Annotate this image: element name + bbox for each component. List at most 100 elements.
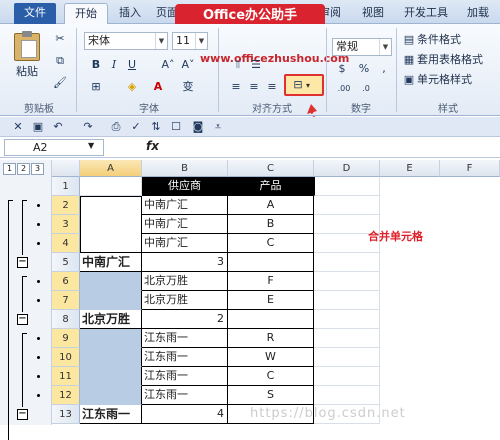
sort-icon[interactable]: ⇅ — [148, 120, 164, 134]
column-header-e[interactable]: E — [380, 160, 440, 177]
product-cell[interactable]: R — [228, 329, 314, 348]
align-middle-icon[interactable]: ☰ — [248, 58, 264, 72]
customize-toolbar-icon[interactable]: ⩡ — [210, 120, 226, 134]
merged-cell[interactable] — [80, 367, 142, 386]
tab-insert[interactable]: 插入 — [112, 3, 148, 24]
tab-home[interactable]: 开始 — [64, 3, 108, 24]
tab-file[interactable]: 文件 — [14, 3, 56, 24]
group-total-label[interactable]: 北京万胜 — [80, 310, 142, 329]
merged-cell[interactable] — [80, 291, 142, 310]
supplier-cell[interactable]: 北京万胜 — [142, 291, 228, 310]
row-header[interactable]: 4 — [52, 234, 80, 253]
row-header[interactable]: 7 — [52, 291, 80, 310]
product-cell[interactable] — [228, 253, 314, 272]
table-cell[interactable] — [314, 177, 380, 196]
accounting-format-icon[interactable]: $ — [334, 62, 350, 76]
group-total-label[interactable]: 江东雨一 — [80, 405, 142, 424]
font-size-combo[interactable]: 11 ▼ — [172, 32, 208, 50]
column-header-c[interactable]: C — [228, 160, 314, 177]
increase-decimal-icon[interactable]: .00 — [336, 82, 352, 96]
underline-icon[interactable]: U — [124, 58, 140, 72]
tab-addins[interactable]: 加载 — [458, 3, 498, 24]
header-product[interactable]: 产品 — [228, 177, 314, 196]
supplier-cell[interactable]: 中南广汇 — [142, 215, 228, 234]
merged-cell[interactable] — [80, 196, 142, 215]
align-right-icon[interactable]: ≡ — [264, 80, 280, 94]
table-cell[interactable] — [314, 272, 380, 291]
column-header-f[interactable]: F — [440, 160, 500, 177]
table-cell[interactable] — [314, 329, 380, 348]
table-cell[interactable] — [314, 367, 380, 386]
align-center-icon[interactable]: ≡ — [246, 80, 262, 94]
table-cell[interactable] — [314, 253, 380, 272]
header-supplier[interactable]: 供应商 — [142, 177, 228, 196]
group-total-label[interactable]: 中南广汇 — [80, 253, 142, 272]
format-as-table-button[interactable]: ▦ 套用表格格式 — [400, 50, 496, 68]
row-header[interactable]: 1 — [52, 177, 80, 196]
chevron-down-icon[interactable]: ▼ — [155, 33, 167, 49]
redo-icon[interactable]: ↷ — [80, 120, 96, 134]
chevron-down-icon[interactable]: ▼ — [379, 39, 391, 55]
merged-cell[interactable] — [80, 272, 142, 291]
row-header[interactable]: 3 — [52, 215, 80, 234]
supplier-cell[interactable]: 江东雨一 — [142, 329, 228, 348]
supplier-cell[interactable]: 江东雨一 — [142, 348, 228, 367]
column-header-a[interactable]: A — [80, 160, 142, 177]
product-cell[interactable]: E — [228, 291, 314, 310]
supplier-cell[interactable]: 中南广汇 — [142, 234, 228, 253]
decrease-decimal-icon[interactable]: .0 — [358, 82, 374, 96]
increase-font-icon[interactable]: A˄ — [160, 58, 176, 72]
supplier-cell[interactable]: 中南广汇 — [142, 196, 228, 215]
row-header[interactable]: 13 — [52, 405, 80, 424]
column-header-b[interactable]: B — [142, 160, 228, 177]
row-header[interactable]: 11 — [52, 367, 80, 386]
italic-icon[interactable]: I — [106, 58, 122, 72]
row-header[interactable]: 5 — [52, 253, 80, 272]
merged-cell[interactable] — [80, 215, 142, 234]
supplier-cell[interactable]: 北京万胜 — [142, 272, 228, 291]
paste-button[interactable]: 粘贴 — [8, 28, 46, 84]
table-cell[interactable] — [314, 348, 380, 367]
borders-icon[interactable]: ⊞ — [88, 80, 104, 94]
cut-icon[interactable]: ✂ — [52, 32, 68, 46]
product-cell[interactable]: S — [228, 386, 314, 405]
row-header[interactable]: 6 — [52, 272, 80, 291]
save-icon[interactable]: ▣ — [30, 120, 46, 134]
align-left-icon[interactable]: ≡ — [228, 80, 244, 94]
group-count[interactable]: 3 — [142, 253, 228, 272]
table-cell[interactable] — [314, 196, 380, 215]
phonetic-icon[interactable]: 变 — [180, 80, 196, 94]
copy-icon[interactable]: ⧉ — [52, 54, 68, 68]
undo-icon[interactable]: ↶ — [50, 120, 66, 134]
outline-level-3-button[interactable]: 3 — [31, 163, 44, 175]
product-cell[interactable]: C — [228, 367, 314, 386]
group-count[interactable]: 2 — [142, 310, 228, 329]
outline-level-2-button[interactable]: 2 — [17, 163, 30, 175]
font-color-icon[interactable]: A — [150, 80, 166, 94]
table-cell[interactable] — [80, 177, 142, 196]
number-format-combo[interactable]: 常规 ▼ — [332, 38, 392, 56]
cell-styles-button[interactable]: ▣ 单元格样式 — [400, 70, 496, 88]
supplier-cell[interactable]: 江东雨一 — [142, 386, 228, 405]
fx-icon[interactable]: fx — [146, 139, 159, 153]
merged-cell[interactable] — [80, 329, 142, 348]
fill-color-icon[interactable]: ◈ — [124, 80, 140, 94]
table-cell[interactable] — [314, 310, 380, 329]
row-header[interactable]: 9 — [52, 329, 80, 348]
row-header[interactable]: 8 — [52, 310, 80, 329]
form-icon[interactable]: ☐ — [168, 120, 184, 134]
product-cell[interactable]: B — [228, 215, 314, 234]
select-all-corner[interactable] — [52, 160, 80, 177]
format-painter-icon[interactable]: 🖌 — [52, 76, 68, 90]
chevron-down-icon[interactable]: ▼ — [195, 33, 207, 49]
product-cell[interactable]: A — [228, 196, 314, 215]
row-header[interactable]: 2 — [52, 196, 80, 215]
decrease-font-icon[interactable]: A˅ — [180, 58, 196, 72]
collapse-group-icon[interactable]: − — [17, 257, 28, 268]
row-header[interactable]: 10 — [52, 348, 80, 367]
conditional-formatting-button[interactable]: ▤ 条件格式 — [400, 30, 496, 48]
table-cell[interactable] — [314, 386, 380, 405]
merged-cell[interactable] — [80, 234, 142, 253]
column-header-d[interactable]: D — [314, 160, 380, 177]
comma-style-icon[interactable]: , — [376, 62, 392, 76]
